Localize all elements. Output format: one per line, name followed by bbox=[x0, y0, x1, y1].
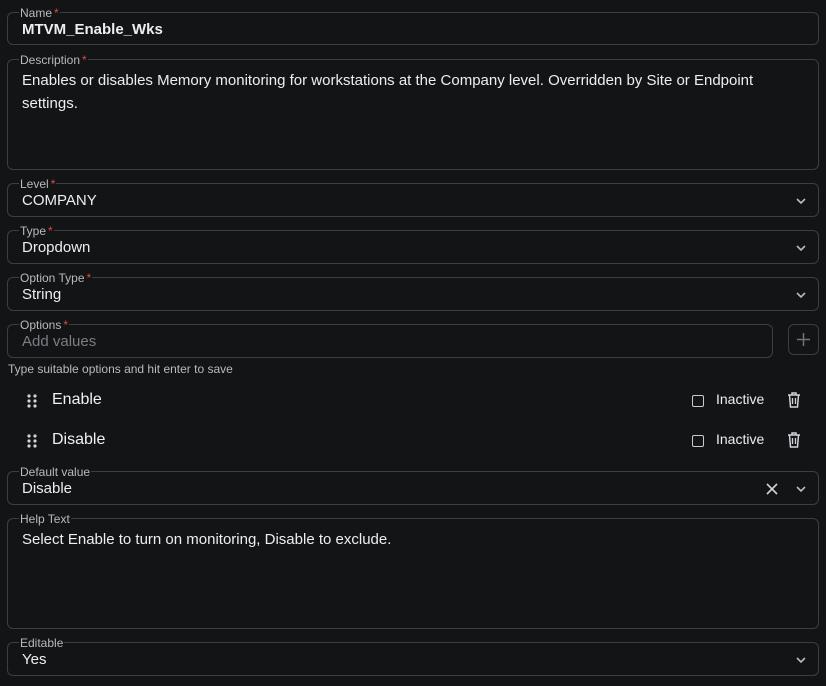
option-row-disable: Disable Inactive bbox=[22, 429, 812, 455]
level-value: COMPANY bbox=[22, 192, 97, 209]
default-value-select[interactable]: Default value Disable bbox=[7, 465, 819, 505]
options-field[interactable]: Options * Add values bbox=[7, 318, 773, 358]
chevron-down-icon[interactable] bbox=[794, 482, 808, 496]
required-mark: * bbox=[48, 224, 53, 238]
required-mark: * bbox=[54, 6, 59, 20]
add-option-button[interactable] bbox=[788, 324, 819, 355]
level-label: Level * bbox=[19, 177, 57, 191]
default-value-value: Disable bbox=[22, 480, 73, 497]
editable-select[interactable]: Editable Yes bbox=[7, 636, 819, 676]
default-value-label: Default value bbox=[19, 465, 92, 479]
inactive-checkbox[interactable] bbox=[692, 435, 704, 447]
name-label: Name * bbox=[19, 6, 60, 20]
help-text-field[interactable]: Help Text Select Enable to turn on monit… bbox=[7, 512, 819, 629]
editable-value: Yes bbox=[22, 651, 47, 668]
type-value: Dropdown bbox=[22, 239, 91, 256]
option-type-value: String bbox=[22, 286, 62, 303]
plus-icon bbox=[797, 333, 810, 346]
required-mark: * bbox=[50, 177, 56, 191]
name-input[interactable]: MTVM_Enable_Wks bbox=[22, 21, 163, 38]
level-select[interactable]: Level * COMPANY bbox=[7, 177, 819, 217]
inactive-label: Inactive bbox=[716, 431, 765, 447]
description-textarea[interactable]: Enables or disables Memory monitoring fo… bbox=[22, 69, 804, 115]
type-select[interactable]: Type * Dropdown bbox=[7, 224, 819, 264]
close-icon[interactable] bbox=[764, 481, 780, 497]
option-label: Disable bbox=[52, 431, 106, 448]
trash-icon[interactable] bbox=[786, 391, 802, 409]
trash-icon[interactable] bbox=[786, 431, 802, 449]
chevron-down-icon[interactable] bbox=[794, 288, 808, 302]
drag-handle-icon[interactable] bbox=[26, 393, 38, 409]
type-label: Type * bbox=[19, 224, 54, 238]
description-label: Description * bbox=[19, 53, 88, 67]
chevron-down-icon[interactable] bbox=[794, 241, 808, 255]
inactive-checkbox[interactable] bbox=[692, 395, 704, 407]
option-row-enable: Enable Inactive bbox=[22, 389, 812, 415]
help-text-label: Help Text bbox=[19, 512, 71, 526]
options-hint: Type suitable options and hit enter to s… bbox=[8, 362, 233, 376]
required-mark: * bbox=[86, 271, 92, 285]
drag-handle-icon[interactable] bbox=[26, 433, 38, 449]
option-label: Enable bbox=[52, 391, 102, 408]
description-field[interactable]: Description * Enables or disables Memory … bbox=[7, 53, 819, 170]
required-mark: * bbox=[82, 53, 87, 67]
help-text-textarea[interactable]: Select Enable to turn on monitoring, Dis… bbox=[22, 528, 804, 551]
required-mark: * bbox=[63, 318, 69, 332]
option-type-label: Option Type * bbox=[19, 271, 93, 285]
chevron-down-icon[interactable] bbox=[794, 194, 808, 208]
name-field[interactable]: Name * MTVM_Enable_Wks bbox=[7, 6, 819, 45]
options-input[interactable]: Add values bbox=[22, 333, 96, 350]
editable-label: Editable bbox=[19, 636, 65, 650]
chevron-down-icon[interactable] bbox=[794, 653, 808, 667]
inactive-label: Inactive bbox=[716, 391, 765, 407]
options-label: Options * bbox=[19, 318, 70, 332]
option-type-select[interactable]: Option Type * String bbox=[7, 271, 819, 311]
